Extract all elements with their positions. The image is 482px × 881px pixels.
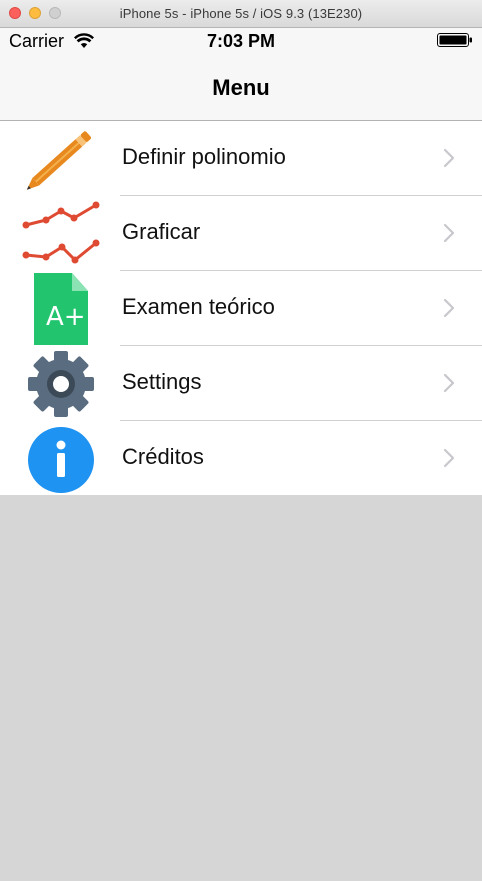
line-chart-icon <box>22 198 100 270</box>
menu-item-graficar[interactable]: Graficar <box>0 196 482 271</box>
chevron-right-icon <box>443 448 455 473</box>
menu-item-label: Definir polinomio <box>122 144 286 169</box>
chevron-right-icon <box>443 373 455 398</box>
menu-item-label: Graficar <box>122 219 201 244</box>
svg-text:A+: A+ <box>46 302 86 332</box>
window-title: iPhone 5s - iPhone 5s / iOS 9.3 (13E230) <box>119 6 363 21</box>
status-bar: Carrier 7:03 PM <box>0 28 482 56</box>
menu-item-creditos[interactable]: Créditos <box>0 421 482 496</box>
menu-item-label: Créditos <box>122 444 204 469</box>
page-title: Menu <box>212 75 270 100</box>
battery-icon <box>437 33 473 47</box>
chevron-right-icon <box>443 223 455 248</box>
menu-item-settings[interactable]: Settings <box>0 346 482 421</box>
grade-document-icon: A+ <box>22 273 100 345</box>
status-time: 7:03 PM <box>206 31 276 51</box>
menu-item-definir-polinomio[interactable]: Definir polinomio <box>0 121 482 196</box>
gear-icon <box>22 348 100 420</box>
pencil-icon <box>22 123 100 195</box>
navigation-bar: Menu <box>0 56 482 121</box>
window-title-bar: iPhone 5s - iPhone 5s / iOS 9.3 (13E230) <box>0 0 482 28</box>
menu-item-label: Settings <box>122 369 202 394</box>
menu-item-label: Examen teórico <box>122 294 275 319</box>
chevron-right-icon <box>443 298 455 323</box>
menu-item-examen-teorico[interactable]: A+ Examen teórico <box>0 271 482 346</box>
empty-table-background <box>0 495 482 881</box>
chevron-right-icon <box>443 148 455 173</box>
simulator-window: iPhone 5s - iPhone 5s / iOS 9.3 (13E230)… <box>0 0 482 881</box>
menu-table: Definir polinomio Graficar A+ Examen teó… <box>0 121 482 496</box>
info-icon <box>22 423 100 495</box>
